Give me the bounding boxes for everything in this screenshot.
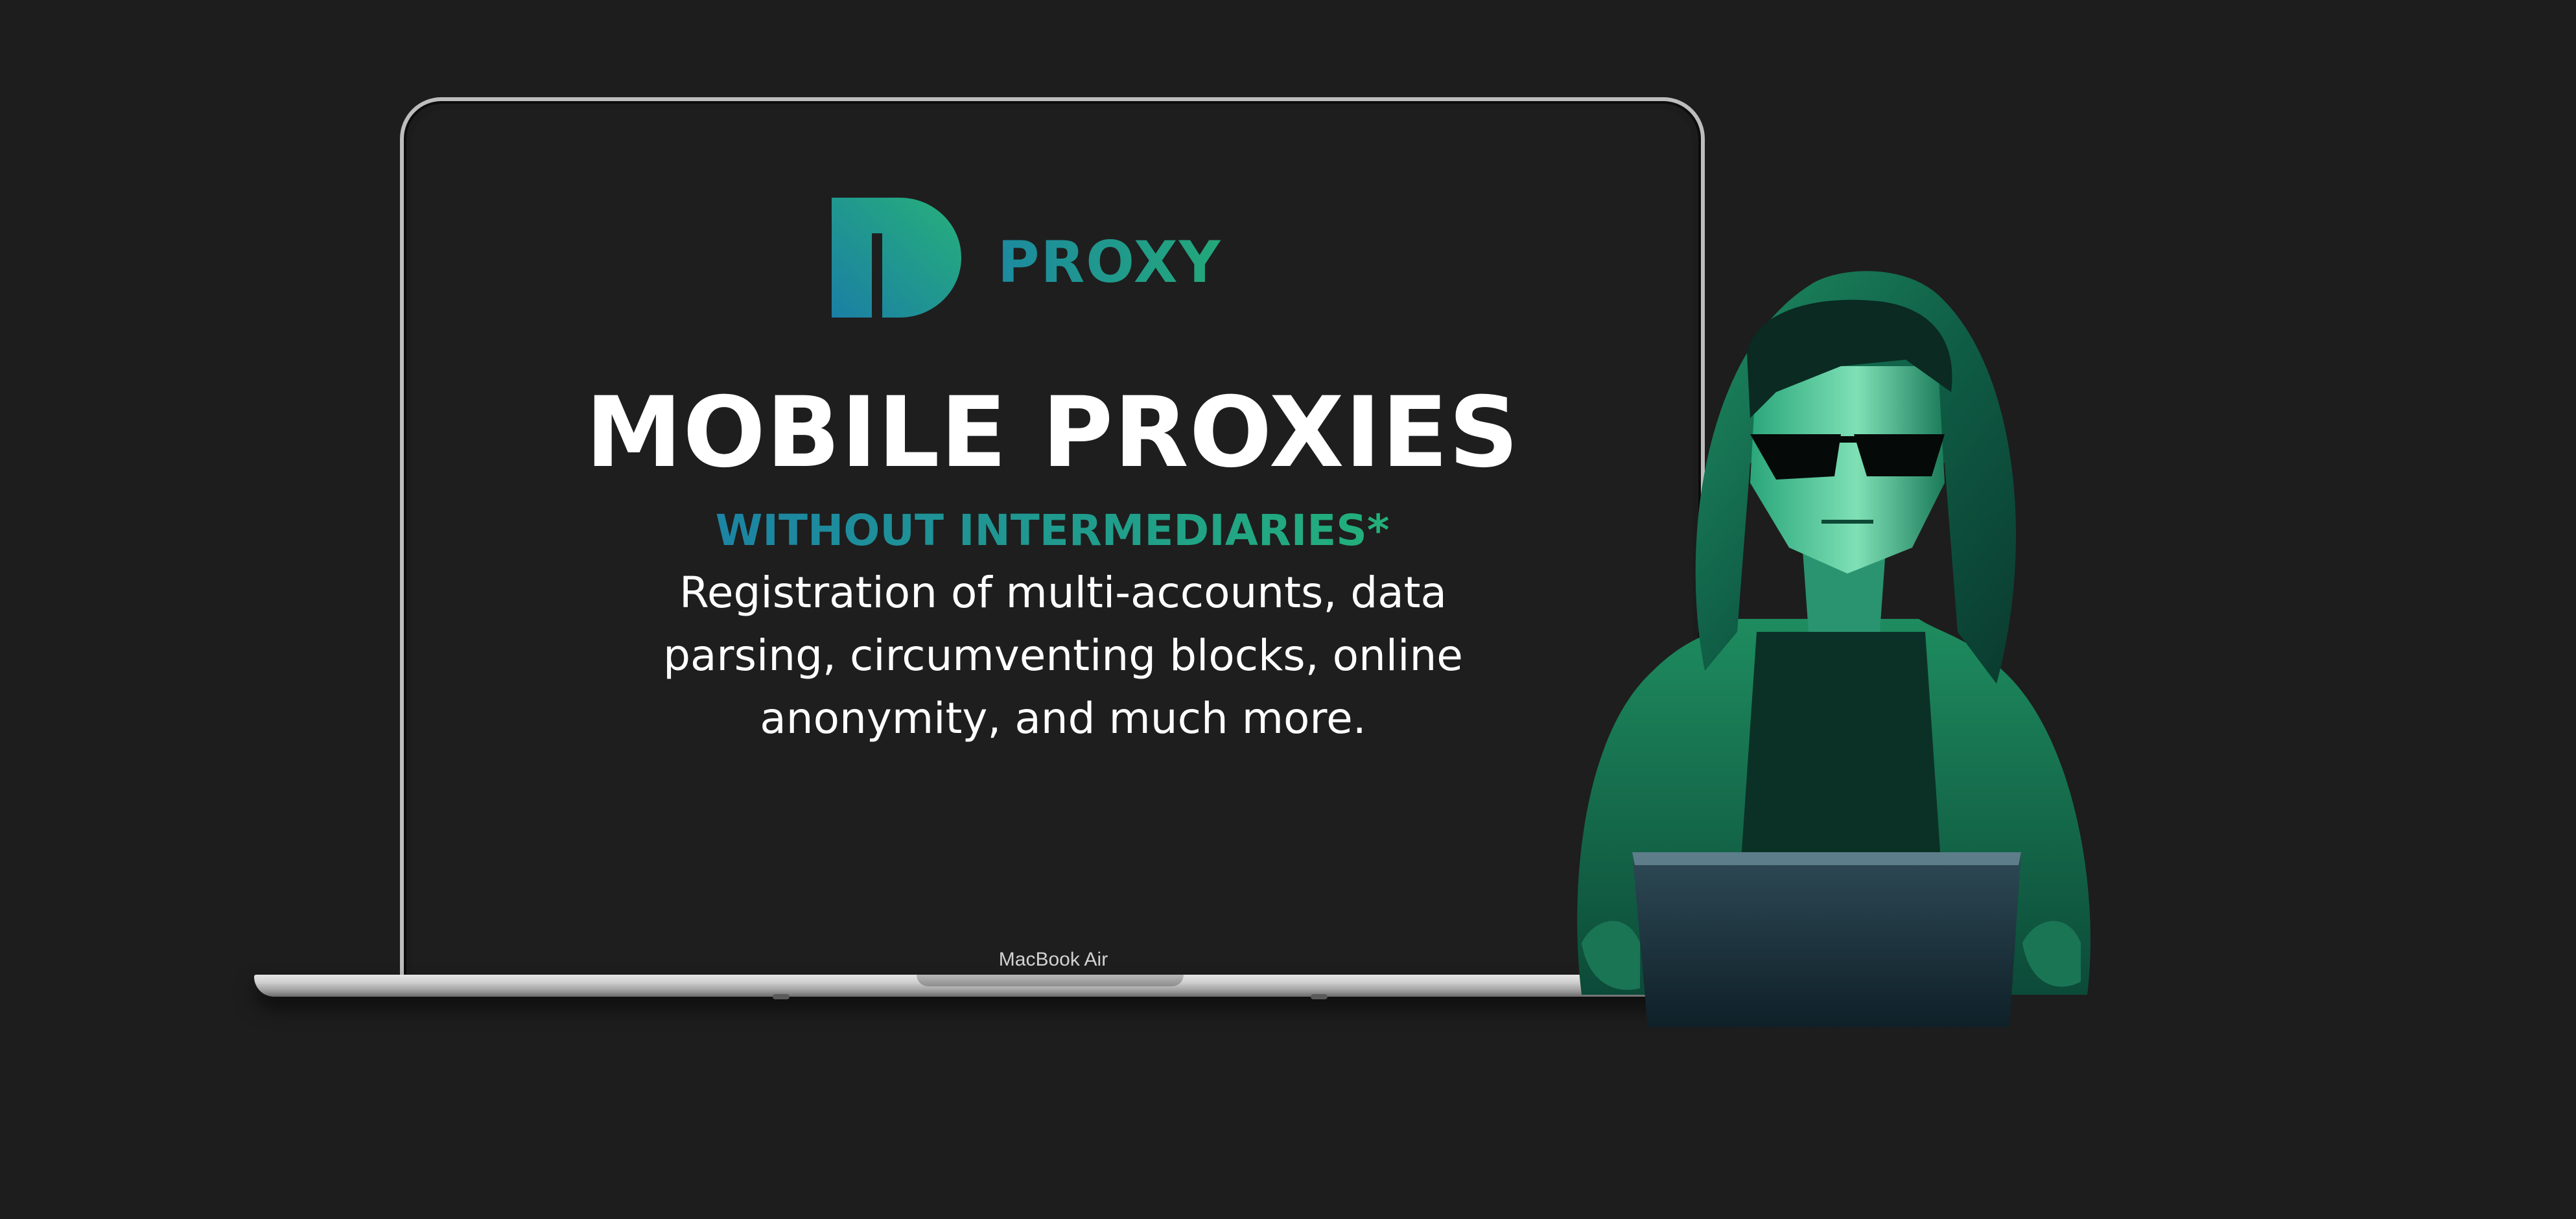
brand-name: PROXY (998, 229, 1222, 296)
laptop-hinge-notch (917, 975, 1184, 986)
subtitle-text: WITHOUT INTERMEDIARIES* (715, 505, 1390, 555)
d-letter-logo-icon (832, 198, 961, 318)
laptop-foot (773, 994, 790, 999)
hooded-hacker-illustration (1577, 271, 2090, 1027)
page-subtitle: WITHOUT INTERMEDIARIES* (400, 503, 1705, 559)
hero-banner: MacBook Air PROXY MOBILE PROXIES WITHOUT… (0, 0, 2576, 1219)
hero-description: Registration of multi-accounts, data par… (663, 568, 1463, 743)
device-model-label: MacBook Air (998, 949, 1108, 970)
laptop-foot (1311, 994, 1328, 999)
brand-logo[interactable]: PROXY (832, 198, 1234, 318)
page-title: MOBILE PROXIES (585, 377, 1519, 489)
laptop-base (254, 975, 1726, 999)
